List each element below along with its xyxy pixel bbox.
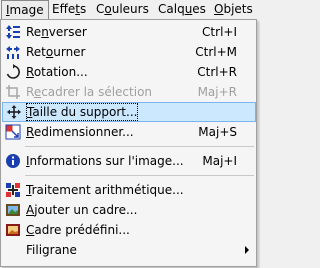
menu-item-taille-support-label: Taille du support...: [26, 103, 139, 121]
menu-item-recadrer-label: Recadrer la sélection: [26, 85, 153, 99]
menu-calques[interactable]: Calques: [154, 0, 210, 19]
menu-image[interactable]: Image: [1, 0, 49, 19]
menu-item-cadre-predefini-label: Cadre prédéfini...: [26, 223, 130, 237]
resize-icon: [5, 124, 21, 140]
menu-item-ajouter-cadre[interactable]: Ajouter un cadre...: [2, 200, 256, 220]
menu-calques-label: Calques: [158, 2, 206, 16]
menu-item-filigrane-label: Filigrane: [26, 243, 77, 257]
menu-couleurs-label: Couleurs: [96, 2, 149, 16]
menu-item-recadrer: Recadrer la sélection Maj+R: [2, 82, 256, 102]
canvas-size-icon: [6, 104, 22, 120]
menu-effets-label: Effets: [52, 2, 87, 16]
submenu-arrow-icon: [245, 246, 249, 254]
menu-item-traitement-label: Traitement arithmétique...: [26, 183, 184, 197]
menu-bar: Image Effets Couleurs Calques Objets: [0, 0, 258, 20]
menu-item-renverser-shortcut: Ctrl+I: [202, 25, 237, 39]
menu-objets[interactable]: Objets: [210, 0, 257, 19]
add-frame-icon: [5, 202, 21, 218]
menu-image-label: Image: [6, 3, 44, 17]
menu-item-redimensionner-shortcut: Maj+S: [198, 125, 237, 139]
menu-item-traitement[interactable]: Traitement arithmétique...: [2, 180, 256, 200]
menu-item-retourner-shortcut: Ctrl+M: [195, 45, 237, 59]
menu-item-taille-support[interactable]: Taille du support...: [2, 102, 256, 122]
image-menu-dropdown: Renverser Ctrl+I Retourner Ctrl+M Rotati…: [0, 19, 257, 267]
menu-item-redimensionner[interactable]: Redimensionner... Maj+S: [2, 122, 256, 142]
menu-effets[interactable]: Effets: [48, 0, 90, 19]
menu-separator: [25, 175, 254, 176]
menu-item-informations[interactable]: Informations sur l'image... Maj+I: [2, 151, 256, 171]
menu-item-ajouter-cadre-label: Ajouter un cadre...: [26, 203, 138, 217]
crop-icon: [5, 84, 21, 100]
menu-item-cadre-predefini[interactable]: Cadre prédéfini...: [2, 220, 256, 240]
menu-item-rotation-shortcut: Ctrl+R: [197, 65, 237, 79]
menu-item-informations-label: Informations sur l'image...: [26, 154, 184, 168]
flip-vertical-icon: [5, 24, 21, 40]
menu-item-informations-shortcut: Maj+I: [202, 154, 237, 168]
flip-horizontal-icon: [5, 44, 21, 60]
menu-item-rotation[interactable]: Rotation... Ctrl+R: [2, 62, 256, 82]
arithmetic-icon: [5, 182, 21, 198]
rotate-icon: [5, 64, 21, 80]
menu-item-renverser[interactable]: Renverser Ctrl+I: [2, 22, 256, 42]
menu-item-renverser-label: Renverser: [26, 25, 87, 39]
info-icon: [5, 153, 21, 169]
menu-item-retourner[interactable]: Retourner Ctrl+M: [2, 42, 256, 62]
menu-item-recadrer-shortcut: Maj+R: [197, 85, 237, 99]
menu-objets-label: Objets: [214, 2, 253, 16]
menu-item-retourner-label: Retourner: [26, 45, 86, 59]
menu-item-redimensionner-label: Redimensionner...: [26, 125, 134, 139]
menu-item-filigrane[interactable]: Filigrane: [2, 240, 256, 260]
menu-item-rotation-label: Rotation...: [26, 65, 88, 79]
menu-separator: [25, 146, 254, 147]
predefined-frame-icon: [5, 222, 21, 238]
menu-couleurs[interactable]: Couleurs: [92, 0, 153, 19]
